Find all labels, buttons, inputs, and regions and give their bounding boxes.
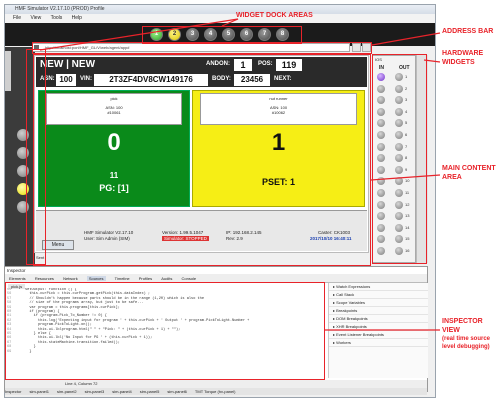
debugger-section[interactable]: ▸ Breakpoints [329, 307, 428, 315]
menu-file[interactable]: File [13, 15, 21, 21]
bottom-tab[interactable]: sim-panel5 [140, 389, 160, 394]
annotation-main-2: AREA [442, 174, 462, 181]
left-dock-tab[interactable] [5, 51, 11, 91]
bottom-tab[interactable]: TMT Torque (hv-panel) [195, 389, 236, 394]
annotation-address-bar: ADDRESS BAR [442, 28, 494, 35]
annotation-inspector-1: INSPECTOR [442, 318, 483, 325]
window-title: HMF Simulator V2.17.10 (PROD) Profile [5, 5, 435, 14]
debugger-section[interactable]: ▸ Scope Variables [329, 299, 428, 307]
menu-tools[interactable]: Tools [51, 15, 63, 21]
tab-console[interactable]: Console [181, 276, 196, 281]
debugger-section[interactable]: ▸ XHR Breakpoints [329, 323, 428, 331]
cursor-position: Line 4, Column 72 [65, 381, 98, 386]
annotation-inspector-2: VIEW [442, 327, 460, 334]
tab-resources[interactable]: Resources [35, 276, 54, 281]
bottom-tab[interactable]: sim-panel2 [57, 389, 77, 394]
address-highlight [32, 42, 372, 54]
tab-timeline[interactable]: Timeline [115, 276, 130, 281]
annotation-inspector-4: level debugging) [442, 344, 490, 350]
debugger-sidebar: ▸ Watch Expressions ▸ Call Stack ▸ Scope V… [328, 283, 428, 378]
tab-network[interactable]: Network [63, 276, 78, 281]
inspector-title: Inspector [7, 268, 26, 273]
bottom-tab[interactable]: sim-panel1 [29, 389, 49, 394]
menu-view[interactable]: View [30, 15, 41, 21]
annotation-hardware-1: HARDWARE [442, 50, 484, 57]
bottom-tab[interactable]: Inspector [5, 389, 21, 394]
tab-sources[interactable]: Sources [86, 276, 106, 281]
debugger-section[interactable]: ▸ Event Listener Breakpoints [329, 331, 428, 339]
tab-elements[interactable]: Elements [9, 276, 26, 281]
annotation-hardware-2: WIDGETS [442, 59, 475, 66]
annotation-inspector-3: (real time source [442, 336, 491, 342]
debugger-section[interactable]: ▸ Watch Expressions [329, 283, 428, 291]
bottom-tab[interactable]: sim-panel3 [85, 389, 105, 394]
bottom-tab[interactable]: sim-panel4 [112, 389, 132, 394]
debugger-section[interactable]: ▸ DOM Breakpoints [329, 315, 428, 323]
menu-bar: File View Tools Help [5, 14, 435, 23]
annotation-main-1: MAIN CONTENT [442, 165, 496, 172]
tab-audits[interactable]: Audits [161, 276, 172, 281]
inspector-highlight [5, 282, 325, 380]
debugger-section[interactable]: ▸ Call Stack [329, 291, 428, 299]
inspector-status: Line 4, Column 72 [5, 380, 427, 388]
bottom-tab[interactable]: sim-panel6 [167, 389, 187, 394]
annotation-widget-dock: WIDGET DOCK AREAS [236, 12, 313, 19]
hardware-highlight [372, 54, 427, 264]
bottom-tabs: Inspector sim-panel1 sim-panel2 sim-panel3 s… [5, 388, 427, 395]
debugger-section[interactable]: ▸ Workers [329, 339, 428, 347]
tab-profiles[interactable]: Profiles [139, 276, 152, 281]
menu-help[interactable]: Help [72, 15, 82, 21]
main-highlight [33, 54, 371, 266]
